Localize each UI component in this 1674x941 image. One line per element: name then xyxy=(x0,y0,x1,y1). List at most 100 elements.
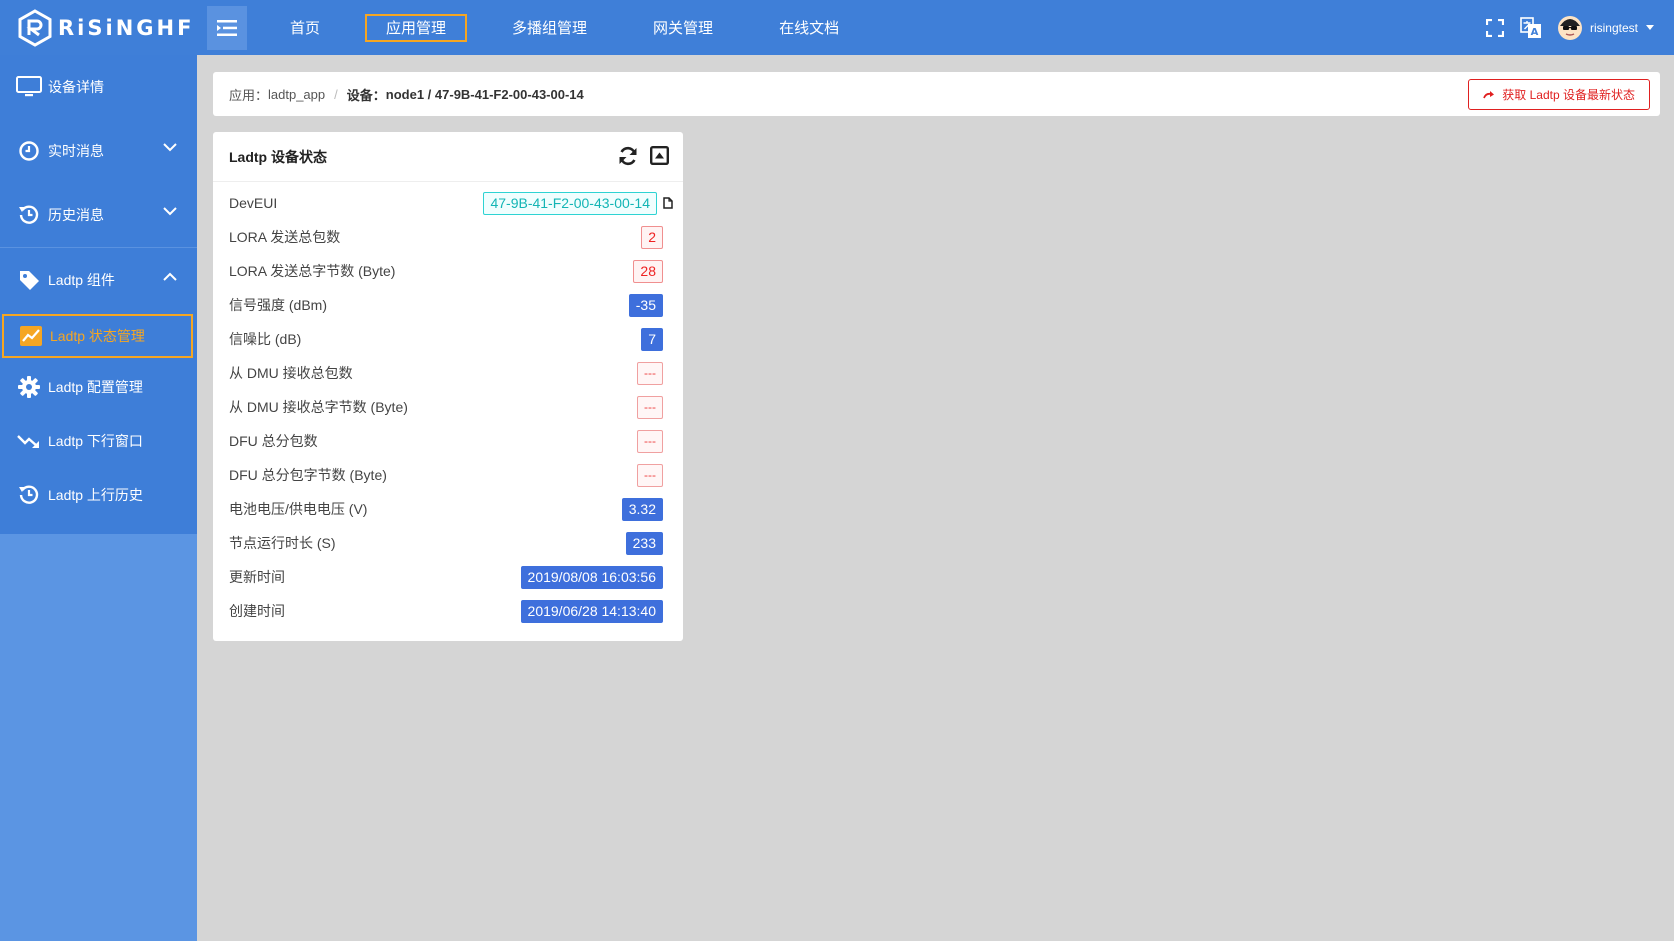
area-chart-icon xyxy=(18,323,44,349)
sidebar-item-ladtp-downlink[interactable]: Ladtp 下行窗口 xyxy=(0,414,197,468)
nav-home[interactable]: 首页 xyxy=(269,14,341,42)
nav-multicast-management[interactable]: 多播组管理 xyxy=(491,14,608,42)
collapse-icon[interactable] xyxy=(650,146,669,165)
card-header: Ladtp 设备状态 xyxy=(213,132,683,182)
history-icon xyxy=(16,482,42,508)
status-badge: -35 xyxy=(628,293,663,317)
status-row-signal-strength: 信号强度 (dBm) -35 xyxy=(213,288,683,322)
brand-logo[interactable]: RiSiNGHF xyxy=(0,0,197,55)
status-badge: 233 xyxy=(625,531,663,555)
status-badge: 28 xyxy=(633,259,663,283)
row-label: DFU 总分包字节数 (Byte) xyxy=(229,467,387,483)
tag-icon xyxy=(16,267,42,293)
status-row-dmu-packets: 从 DMU 接收总包数 --- xyxy=(213,356,683,390)
row-label: 创建时间 xyxy=(229,603,285,619)
copy-icon[interactable] xyxy=(663,197,673,209)
breadcrumb-device-prefix: 设备： xyxy=(346,87,386,103)
chevron-down-icon xyxy=(163,207,177,216)
sidebar-item-label: 实时消息 xyxy=(48,143,104,159)
status-rows: DevEUI 47-9B-41-F2-00-43-00-14 LORA 发送总包… xyxy=(213,182,683,628)
sidebar-item-ladtp-uplink-history[interactable]: Ladtp 上行历史 xyxy=(0,468,197,522)
status-row-updated-at: 更新时间 2019/08/08 16:03:56 xyxy=(213,560,683,594)
breadcrumb: 应用： ladtp_app / 设备： node1 / 47-9B-41-F2-… xyxy=(213,72,1660,116)
caret-down-icon xyxy=(1646,25,1654,30)
status-row-deveui: DevEUI 47-9B-41-F2-00-43-00-14 xyxy=(213,186,683,220)
breadcrumb-device-path: node1 / 47-9B-41-F2-00-43-00-14 xyxy=(385,86,584,102)
row-label: 节点运行时长 (S) xyxy=(229,535,336,551)
sidebar-item-ladtp-component[interactable]: Ladtp 组件 xyxy=(0,248,197,312)
status-badge: --- xyxy=(637,463,663,487)
breadcrumb-app-name[interactable]: ladtp_app xyxy=(268,87,325,102)
gear-icon xyxy=(16,374,42,400)
row-label: 信噪比 (dB) xyxy=(229,331,302,347)
logo-icon xyxy=(18,8,52,47)
menu-fold-icon xyxy=(217,19,237,36)
sidebar-item-label: Ladtp 组件 xyxy=(48,272,115,288)
row-label: 从 DMU 接收总字节数 (Byte) xyxy=(229,399,408,415)
fetch-latest-status-button[interactable]: 获取 Ladtp 设备最新状态 xyxy=(1468,79,1650,110)
chevron-up-icon xyxy=(163,272,177,281)
status-badge: 2019/08/08 16:03:56 xyxy=(520,565,663,589)
row-label: 电池电压/供电电压 (V) xyxy=(229,501,368,517)
card-title: Ladtp 设备状态 xyxy=(229,148,327,165)
status-row-dfu-bytes: DFU 总分包字节数 (Byte) --- xyxy=(213,458,683,492)
sidebar-ladtp-group: Ladtp 组件 Ladtp 状态管理 Ladtp 配置管理 Ladtp 下行窗… xyxy=(0,247,197,534)
sidebar-item-label: Ladtp 状态管理 xyxy=(50,328,145,344)
main-nav: 首页 应用管理 多播组管理 网关管理 在线文档 xyxy=(269,0,884,55)
sidebar-item-ladtp-config[interactable]: Ladtp 配置管理 xyxy=(0,360,197,414)
redo-icon xyxy=(1483,90,1495,98)
nav-gateway-management[interactable]: 网关管理 xyxy=(632,14,734,42)
sidebar-item-device-detail[interactable]: 设备详情 xyxy=(0,55,197,119)
row-label: 从 DMU 接收总包数 xyxy=(229,365,353,381)
status-row-snr: 信噪比 (dB) 7 xyxy=(213,322,683,356)
menu-toggle-button[interactable] xyxy=(207,5,247,50)
status-row-created-at: 创建时间 2019/06/28 14:13:40 xyxy=(213,594,683,628)
status-row-uptime: 节点运行时长 (S) 233 xyxy=(213,526,683,560)
row-label: 更新时间 xyxy=(229,569,285,585)
status-badge: 2019/06/28 14:13:40 xyxy=(520,599,663,623)
history-icon xyxy=(16,202,42,228)
svg-text:A: A xyxy=(1531,27,1539,38)
status-row-lora-packets: LORA 发送总包数 2 xyxy=(213,220,683,254)
fullscreen-button[interactable] xyxy=(1485,18,1504,37)
clock-icon xyxy=(16,138,42,164)
device-status-card: Ladtp 设备状态 DevEUI 47-9B-41-F2-00-43-00-1… xyxy=(213,132,683,641)
status-badge: 2 xyxy=(641,225,663,249)
deveui-value: 47-9B-41-F2-00-43-00-14 xyxy=(483,191,657,215)
sidebar-item-ladtp-status[interactable]: Ladtp 状态管理 xyxy=(2,314,193,358)
sidebar-item-realtime-messages[interactable]: 实时消息 xyxy=(0,119,197,183)
status-badge: --- xyxy=(637,429,663,453)
top-navbar: RiSiNGHF 首页 应用管理 多播组管理 网关管理 在线文档 A risin… xyxy=(0,0,1674,55)
status-row-battery-voltage: 电池电压/供电电压 (V) 3.32 xyxy=(213,492,683,526)
status-row-lora-bytes: LORA 发送总字节数 (Byte) 28 xyxy=(213,254,683,288)
row-label: LORA 发送总包数 xyxy=(229,229,341,245)
language-button[interactable]: A xyxy=(1520,16,1542,39)
breadcrumb-separator: / xyxy=(334,86,338,102)
avatar xyxy=(1557,15,1582,40)
user-menu[interactable]: risingtest xyxy=(1557,15,1654,40)
trend-down-icon xyxy=(16,428,42,454)
status-badge: --- xyxy=(637,395,663,419)
status-badge: 7 xyxy=(641,327,663,351)
status-badge: 3.32 xyxy=(621,497,663,521)
status-badge: --- xyxy=(637,361,663,385)
sidebar-item-label: Ladtp 配置管理 xyxy=(48,379,143,395)
row-label: DFU 总分包数 xyxy=(229,433,318,449)
nav-app-management[interactable]: 应用管理 xyxy=(365,13,468,42)
username: risingtest xyxy=(1589,20,1638,35)
row-label: DevEUI xyxy=(229,195,278,211)
nav-online-docs[interactable]: 在线文档 xyxy=(758,14,860,42)
row-label: LORA 发送总字节数 (Byte) xyxy=(229,263,396,279)
refresh-icon[interactable] xyxy=(618,146,638,166)
sidebar-item-label: 历史消息 xyxy=(48,207,104,223)
translate-icon: A xyxy=(1520,16,1541,38)
row-label: 信号强度 (dBm) xyxy=(229,297,327,313)
sidebar-item-label: Ladtp 下行窗口 xyxy=(48,433,143,449)
sidebar-item-label: 设备详情 xyxy=(48,79,104,95)
sidebar-top-group: 设备详情 实时消息 历史消息 xyxy=(0,55,197,247)
fullscreen-icon xyxy=(1485,18,1504,37)
chevron-down-icon xyxy=(163,143,177,152)
status-row-dmu-bytes: 从 DMU 接收总字节数 (Byte) --- xyxy=(213,390,683,424)
fetch-button-label: 获取 Ladtp 设备最新状态 xyxy=(1502,88,1635,102)
sidebar-item-history-messages[interactable]: 历史消息 xyxy=(0,183,197,247)
